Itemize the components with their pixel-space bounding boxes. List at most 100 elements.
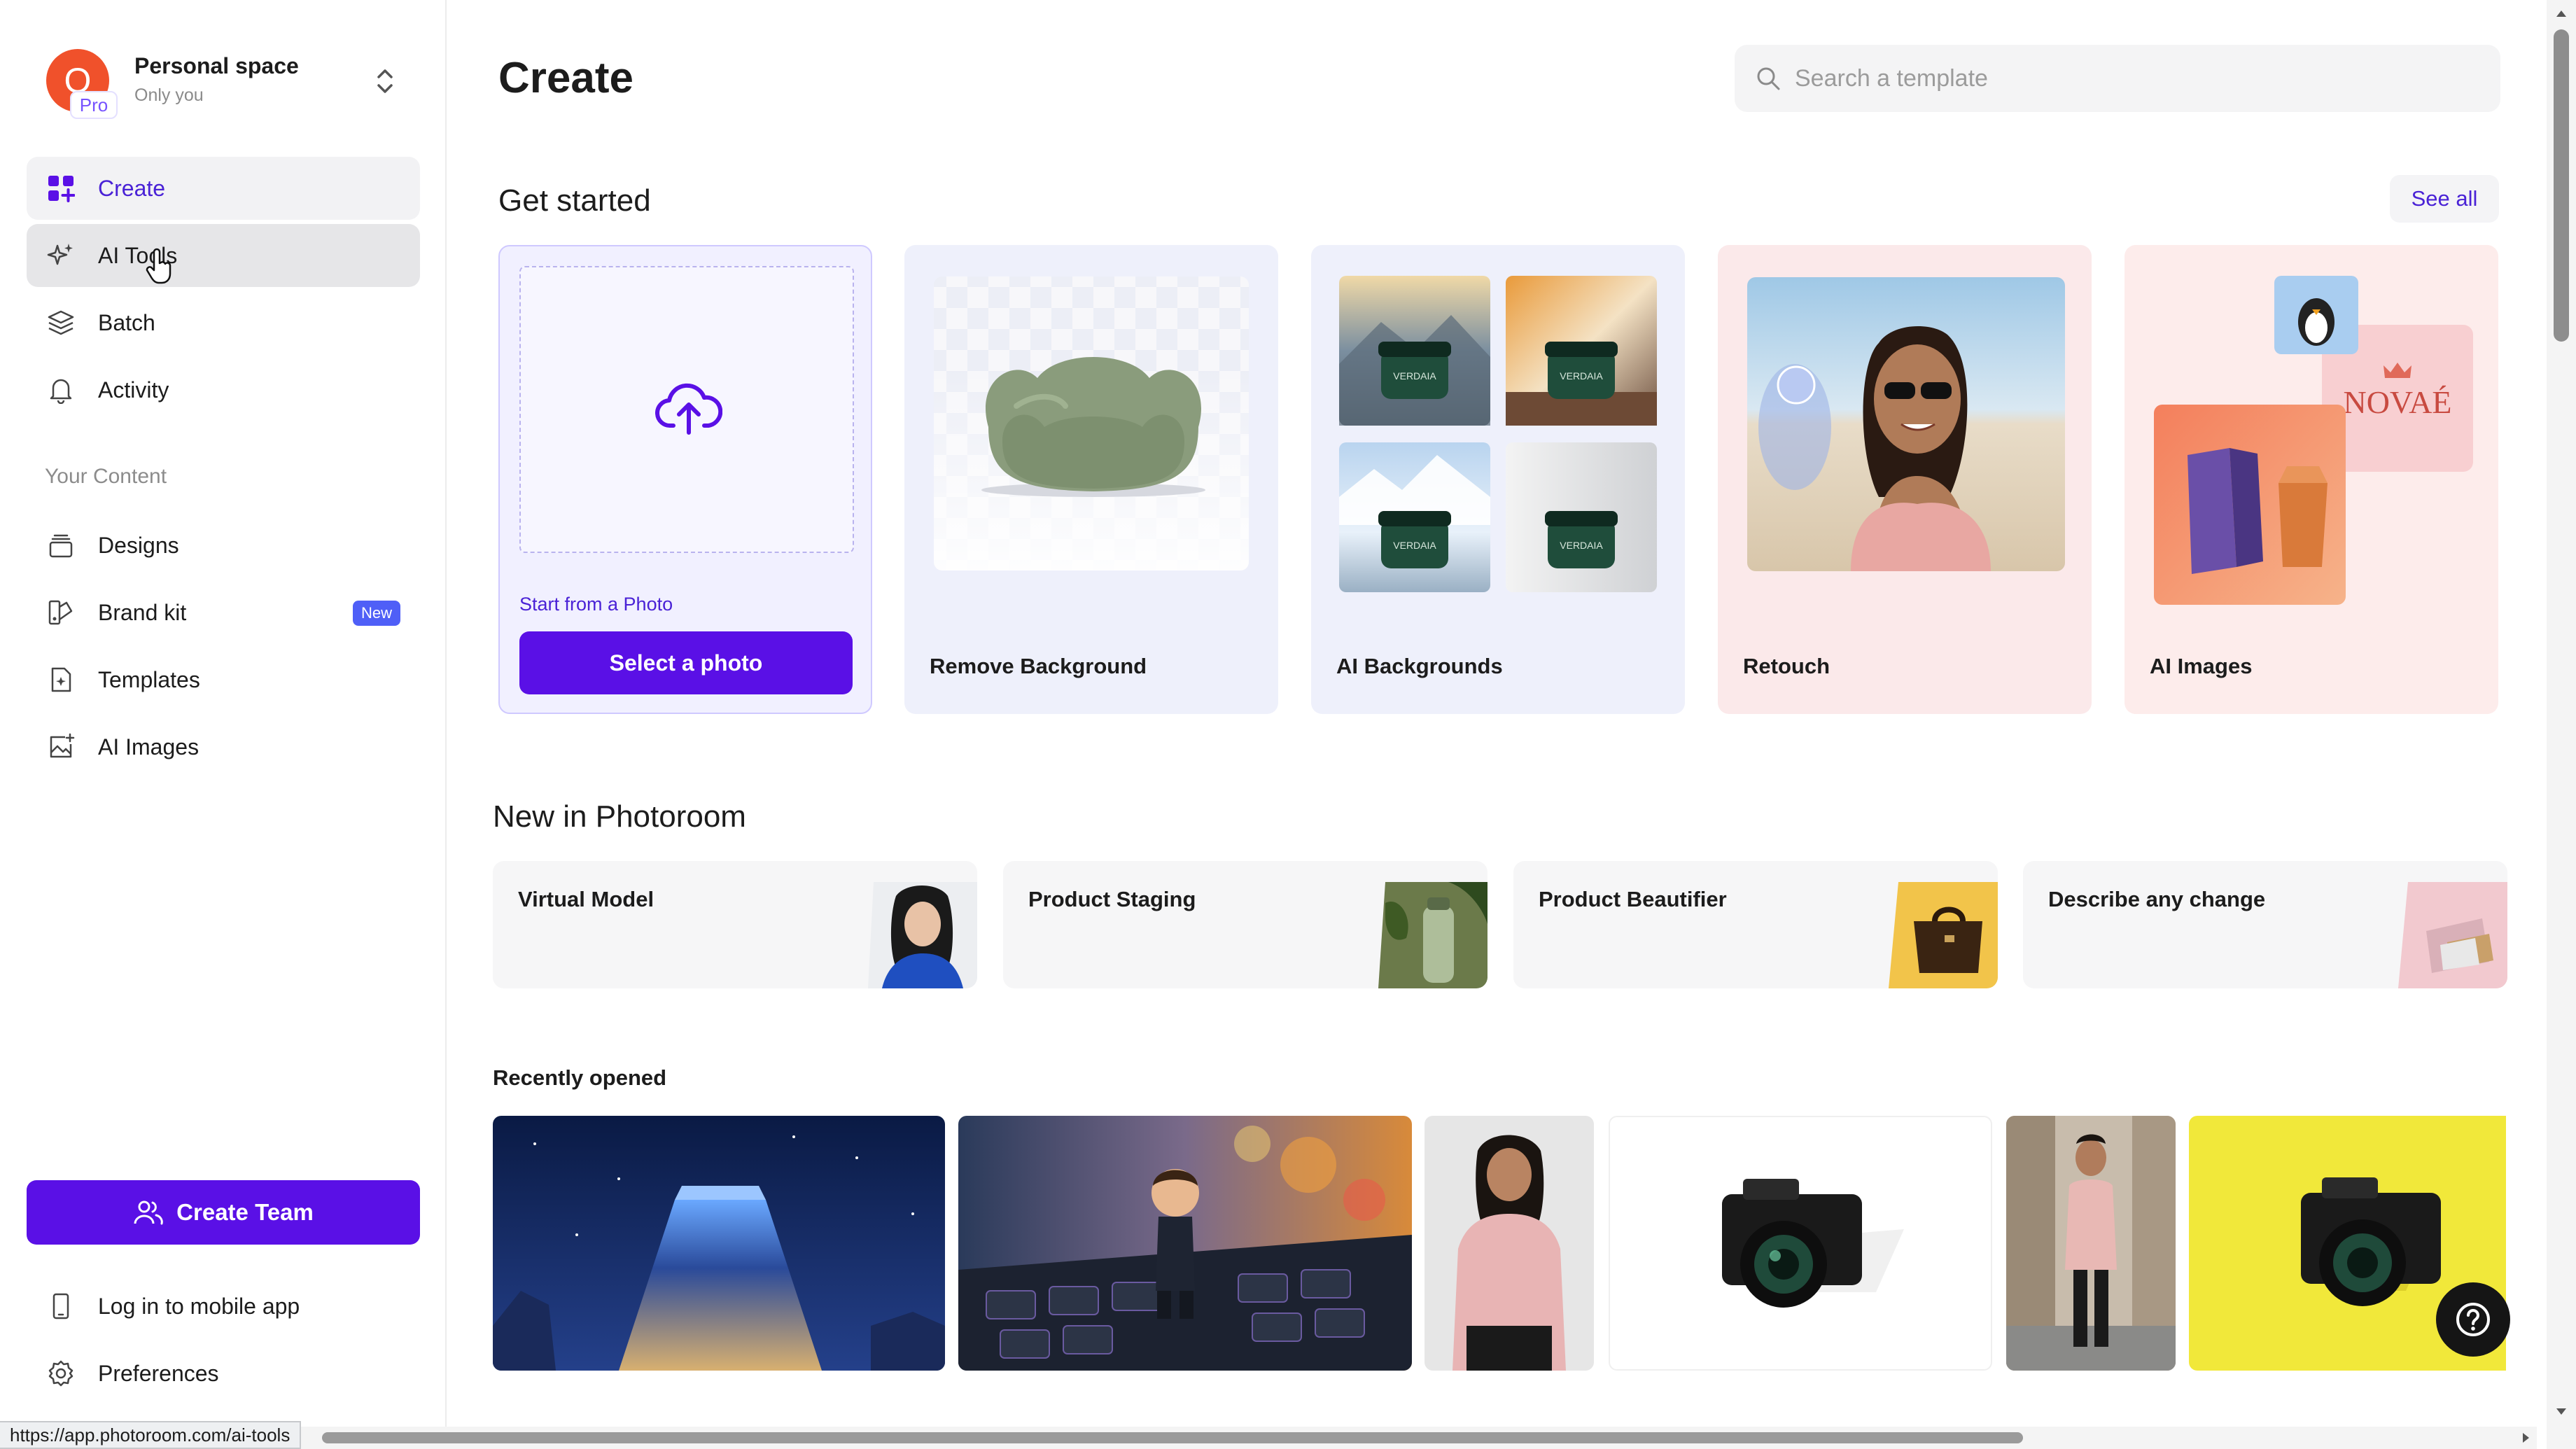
layers-icon xyxy=(45,307,77,339)
card-label: AI Images xyxy=(2150,654,2253,678)
card-virtual-model[interactable]: Virtual Model xyxy=(493,861,977,988)
sweater-model-thumbnail xyxy=(1424,1116,1594,1371)
card-product-staging[interactable]: Product Staging xyxy=(1003,861,1488,988)
sidebar-item-label: Create xyxy=(98,175,166,201)
sidebar: O Pro Personal space Only you Create AI … xyxy=(0,0,447,1449)
page-title: Create xyxy=(498,54,634,102)
ai-images-thumbnail: NOVAÉ xyxy=(2154,276,2473,605)
sidebar-item-label: Log in to mobile app xyxy=(98,1293,300,1319)
upload-dropzone[interactable] xyxy=(519,266,854,553)
sidebar-item-templates[interactable]: Templates xyxy=(27,648,420,711)
camera-thumbnail xyxy=(1722,1179,1904,1308)
search-input[interactable]: Search a template xyxy=(1735,45,2500,112)
card-label: Remove Background xyxy=(930,654,1147,678)
section-title-get-started: Get started xyxy=(498,183,651,218)
product-staging-thumbnail xyxy=(1378,882,1488,988)
scroll-up-arrow-icon[interactable] xyxy=(2554,7,2568,21)
grid-icon xyxy=(45,172,77,204)
sidebar-item-label: Batch xyxy=(98,309,155,335)
svg-text:VERDAIA: VERDAIA xyxy=(1393,370,1436,382)
card-label: Retouch xyxy=(1743,654,1830,678)
sidebar-item-brand-kit[interactable]: Brand kit New xyxy=(27,581,420,644)
sidebar-item-label: Activity xyxy=(98,377,169,402)
jar-4: VERDAIA xyxy=(1545,511,1618,568)
image-plus-icon xyxy=(45,731,77,763)
workspace-subtitle: Only you xyxy=(134,85,204,105)
help-icon xyxy=(2456,1303,2490,1336)
ai-backgrounds-thumbnail: VERDAIA VERDAIA VERDAIA VERDAIA xyxy=(1339,276,1657,592)
sidebar-item-label: Designs xyxy=(98,532,179,558)
create-team-label: Create Team xyxy=(176,1199,314,1225)
card-label: Describe any change xyxy=(2048,887,2266,911)
svg-text:VERDAIA: VERDAIA xyxy=(1560,370,1603,382)
describe-change-thumbnail xyxy=(2398,882,2507,988)
upload-caption: Start from a Photo xyxy=(519,594,673,615)
recent-item-camera[interactable] xyxy=(1609,1116,1992,1371)
gear-icon xyxy=(45,1357,77,1390)
sidebar-item-designs[interactable]: Designs xyxy=(27,514,420,577)
sidebar-item-ai-tools[interactable]: AI Tools xyxy=(27,224,420,287)
sidebar-item-label: Preferences xyxy=(98,1360,219,1386)
recent-item-street-model[interactable] xyxy=(2006,1116,2176,1371)
see-all-button[interactable]: See all xyxy=(2390,175,2499,223)
street-model-thumbnail xyxy=(2006,1116,2176,1371)
sidebar-item-mobile-app[interactable]: Log in to mobile app xyxy=(27,1278,420,1334)
card-label: AI Backgrounds xyxy=(1336,654,1503,678)
sidebar-item-activity[interactable]: Activity xyxy=(27,358,420,421)
chevron-up-down-icon[interactable] xyxy=(372,64,398,98)
sidebar-item-preferences[interactable]: Preferences xyxy=(27,1345,420,1401)
upload-card[interactable]: Start from a Photo Select a photo xyxy=(498,245,872,714)
section-title-recent: Recently opened xyxy=(493,1065,667,1090)
bell-icon xyxy=(45,374,77,406)
sidebar-item-create[interactable]: Create xyxy=(27,157,420,220)
pro-badge: Pro xyxy=(70,91,118,119)
jar-1: VERDAIA xyxy=(1378,342,1451,399)
stack-icon xyxy=(45,529,77,561)
card-remove-background[interactable]: Remove Background xyxy=(904,245,1278,714)
jar-3: VERDAIA xyxy=(1378,511,1451,568)
cloud-upload-icon xyxy=(655,383,722,435)
card-product-beautifier[interactable]: Product Beautifier xyxy=(1513,861,1998,988)
vertical-scrollbar[interactable] xyxy=(2547,0,2576,1449)
sidebar-item-label: Templates xyxy=(98,666,200,692)
users-icon xyxy=(134,1200,163,1225)
remove-background-thumbnail xyxy=(934,276,1249,570)
brand-icon xyxy=(45,596,77,629)
jar-2: VERDAIA xyxy=(1545,342,1618,399)
sidebar-item-ai-images[interactable]: AI Images xyxy=(27,715,420,778)
hand-cursor-icon xyxy=(146,248,172,284)
horizontal-scrollbar[interactable] xyxy=(0,1427,2537,1449)
svg-text:VERDAIA: VERDAIA xyxy=(1393,540,1436,551)
skyscraper-thumbnail xyxy=(493,1116,945,1371)
card-describe-any-change[interactable]: Describe any change xyxy=(2023,861,2507,988)
keyboard-figure-thumbnail xyxy=(958,1116,1412,1371)
search-placeholder: Search a template xyxy=(1795,64,1988,92)
phone-icon xyxy=(45,1290,77,1322)
scroll-right-arrow-icon[interactable] xyxy=(2519,1431,2533,1445)
section-label-your-content: Your Content xyxy=(45,465,167,488)
recent-item-skyscraper[interactable] xyxy=(493,1116,945,1371)
card-retouch[interactable]: Retouch xyxy=(1718,245,2092,714)
card-label: Product Beautifier xyxy=(1539,887,1727,911)
recent-item-keyboard-figure[interactable] xyxy=(958,1116,1412,1371)
status-bar-url: https://app.photoroom.com/ai-tools xyxy=(0,1421,302,1449)
virtual-model-thumbnail xyxy=(868,882,977,988)
card-ai-backgrounds[interactable]: VERDAIA VERDAIA VERDAIA VERDAIA AI Backg… xyxy=(1311,245,1685,714)
select-photo-button[interactable]: Select a photo xyxy=(519,631,853,694)
search-icon xyxy=(1757,67,1780,90)
sidebar-item-batch[interactable]: Batch xyxy=(27,291,420,354)
card-ai-images[interactable]: NOVAÉ AI Images xyxy=(2124,245,2498,714)
sidebar-item-label: Brand kit xyxy=(98,599,187,625)
scroll-down-arrow-icon[interactable] xyxy=(2554,1404,2568,1418)
card-label: Product Staging xyxy=(1028,887,1196,911)
create-team-button[interactable]: Create Team xyxy=(27,1180,420,1245)
brand-text: NOVAÉ xyxy=(2343,384,2451,420)
new-badge: New xyxy=(352,601,400,626)
recent-item-sweater-model[interactable] xyxy=(1424,1116,1594,1371)
vertical-scrollbar-thumb[interactable] xyxy=(2554,29,2569,342)
help-button[interactable] xyxy=(2436,1282,2510,1357)
card-label: Virtual Model xyxy=(518,887,654,911)
horizontal-scrollbar-thumb[interactable] xyxy=(322,1432,2023,1443)
retouch-thumbnail xyxy=(1747,277,2065,571)
template-icon xyxy=(45,664,77,696)
